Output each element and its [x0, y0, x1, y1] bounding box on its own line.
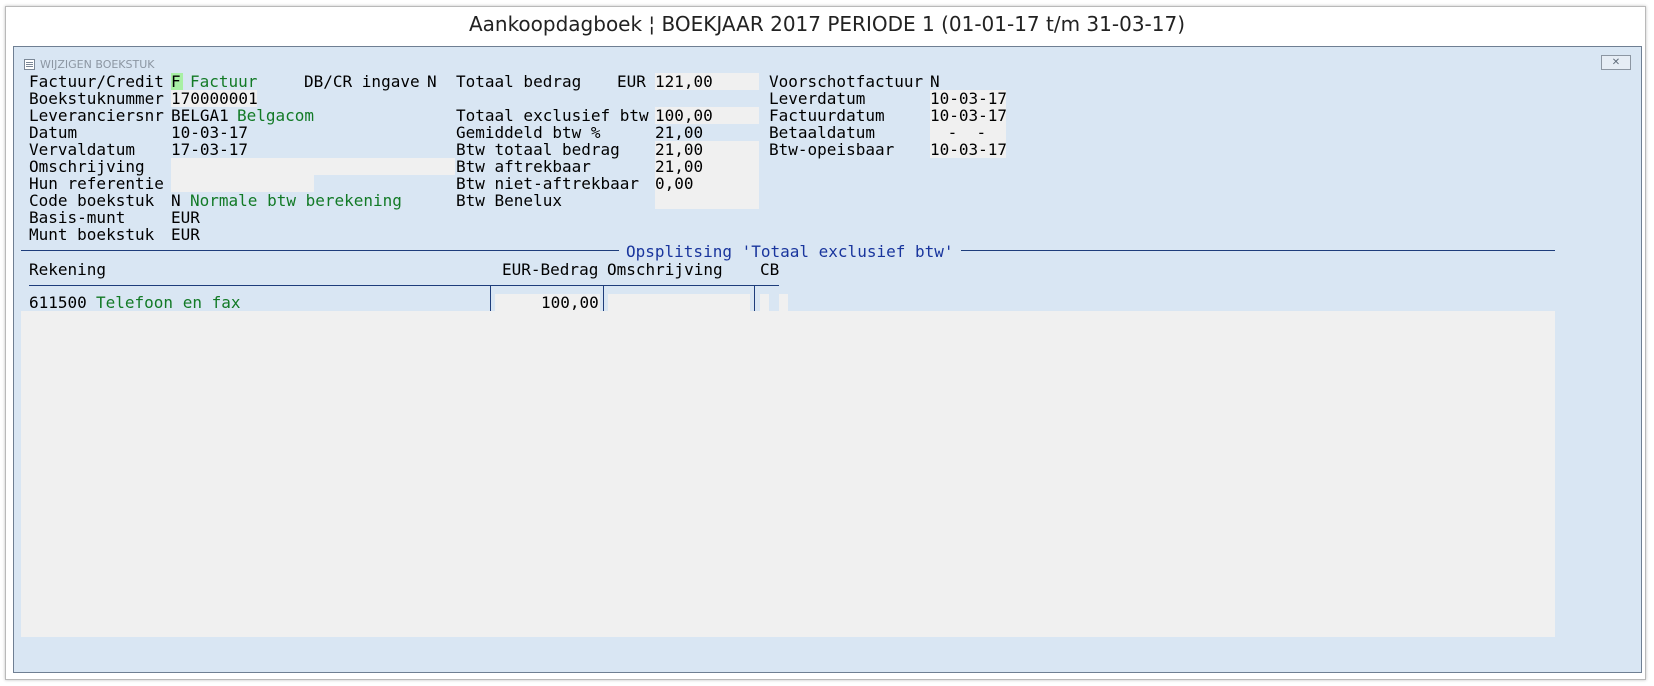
column-divider: [490, 285, 491, 311]
header-bedrag: EUR-Bedrag: [502, 260, 599, 279]
header-rekening: Rekening: [29, 260, 107, 279]
dialog-caption-text: WIJZIGEN BOEKSTUK: [40, 57, 155, 71]
omschrijving-label: Omschrijving: [29, 157, 145, 176]
header-omschrijving: Omschrijving: [607, 260, 723, 279]
betaaldatum-field[interactable]: - -: [938, 124, 987, 141]
totaal-bedrag-currency: EUR: [617, 72, 646, 91]
row-rekening-name: Telefoon en fax: [96, 293, 241, 312]
vervaldatum-label: Vervaldatum: [29, 140, 135, 159]
datum-field[interactable]: 10-03-17: [171, 124, 248, 141]
leveranciersnr-label: Leveranciersnr: [29, 106, 164, 125]
btw-niet-aftrekbaar-field[interactable]: 0,00: [655, 175, 694, 192]
factuurdatum-label: Factuurdatum: [769, 106, 885, 125]
boekstuknummer-field[interactable]: 170000001: [171, 90, 258, 107]
row-cb-field[interactable]: [760, 294, 769, 311]
totaal-excl-field[interactable]: 100,00: [655, 107, 713, 124]
btw-aftrekbaar-field[interactable]: 21,00: [655, 158, 703, 175]
gem-btw-value: 21,00: [655, 123, 704, 142]
leveranciersnr-desc: Belgacom: [237, 106, 315, 125]
row-extra-field[interactable]: [779, 294, 788, 311]
code-boekstuk-label: Code boekstuk: [29, 191, 155, 210]
factuur-credit-code: F: [171, 72, 181, 91]
btw-opeisbaar-label: Btw-opeisbaar: [769, 140, 895, 159]
leverdatum-field[interactable]: 10-03-17: [930, 90, 1007, 107]
leverdatum-label: Leverdatum: [769, 89, 866, 108]
datum-label: Datum: [29, 123, 78, 142]
totaal-bedrag-field[interactable]: 121,00: [655, 73, 713, 90]
voorschotfactuur-label: Voorschotfactuur: [769, 72, 924, 91]
window-title: Aankoopdagboek ¦ BOEKJAAR 2017 PERIODE 1…: [468, 12, 1186, 36]
munt-boekstuk-label: Munt boekstuk: [29, 225, 155, 244]
gem-btw-label: Gemiddeld btw %: [456, 123, 601, 142]
factuur-credit-desc: Factuur: [190, 72, 258, 91]
table-header-rule: [29, 285, 779, 286]
code-boekstuk-field[interactable]: N: [171, 192, 181, 209]
totaal-excl-label: Totaal exclusief btw: [456, 106, 649, 125]
dbcr-label: DB/CR ingave: [304, 72, 420, 91]
window-menu-icon[interactable]: [24, 58, 35, 70]
betaaldatum-label: Betaaldatum: [769, 123, 875, 142]
row-bedrag[interactable]: 100,00: [541, 294, 599, 311]
header-cb: CB: [760, 260, 780, 279]
basis-munt-label: Basis-munt: [29, 208, 126, 227]
code-boekstuk-desc: Normale btw berekening: [190, 191, 402, 210]
btw-totaal-field[interactable]: 21,00: [655, 141, 703, 158]
voorschotfactuur-field[interactable]: N: [930, 73, 940, 90]
row-rekening[interactable]: 611500: [29, 294, 87, 311]
leveranciersnr-field[interactable]: BELGA1: [171, 107, 229, 124]
factuurdatum-field[interactable]: 10-03-17: [930, 107, 1007, 124]
btw-niet-aftrekbaar-label: Btw niet-aftrekbaar: [456, 174, 640, 193]
split-title: Opsplitsing 'Totaal exclusief btw': [619, 243, 961, 260]
basis-munt-value: EUR: [171, 208, 200, 227]
hun-referentie-field[interactable]: [171, 175, 314, 192]
btw-benelux-label: Btw Benelux: [456, 191, 562, 210]
totaal-bedrag-label: Totaal bedrag: [456, 72, 582, 91]
btw-aftrekbaar-label: Btw aftrekbaar: [456, 157, 591, 176]
munt-boekstuk-field[interactable]: EUR: [171, 226, 200, 243]
btw-opeisbaar-field[interactable]: 10-03-17: [930, 141, 1007, 158]
column-divider: [754, 285, 755, 311]
vervaldatum-field[interactable]: 17-03-17: [171, 141, 248, 158]
dbcr-field[interactable]: N: [427, 73, 437, 90]
hun-referentie-label: Hun referentie: [29, 174, 164, 193]
boekstuknummer-label: Boekstuknummer: [29, 89, 164, 108]
split-lines-area: [21, 311, 1555, 637]
omschrijving-field[interactable]: [171, 158, 455, 175]
btw-totaal-label: Btw totaal bedrag: [456, 140, 620, 159]
factuur-credit-label: Factuur/Credit: [29, 72, 164, 91]
row-omschrijving-field[interactable]: [608, 294, 750, 311]
column-divider: [603, 285, 604, 311]
dialog-caption: WIJZIGEN BOEKSTUK: [24, 57, 155, 71]
close-button[interactable]: ✕: [1601, 55, 1631, 70]
